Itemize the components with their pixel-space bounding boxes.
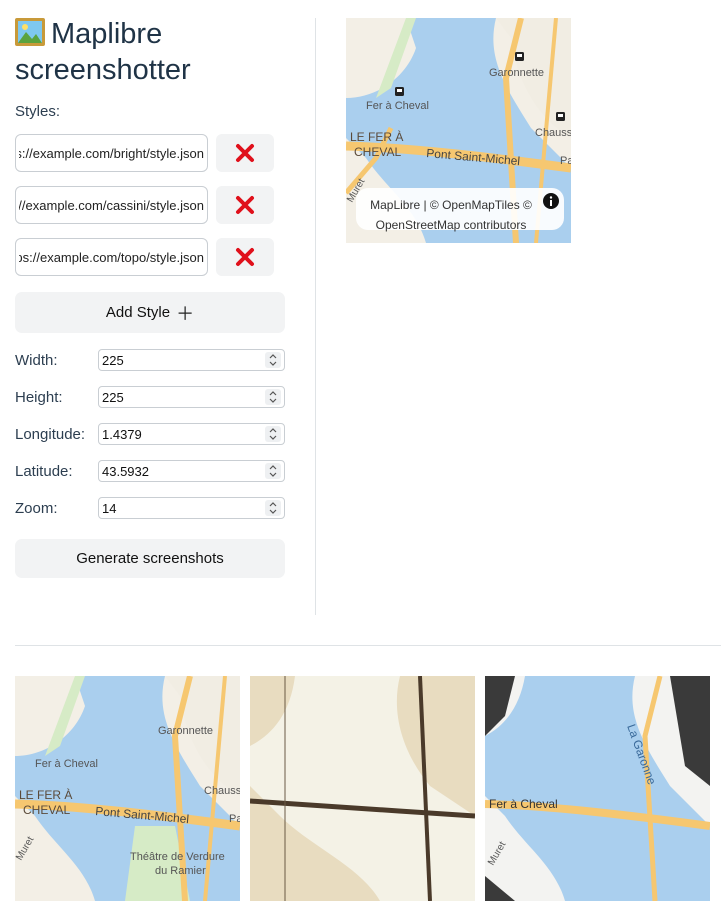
- screenshot-topo: La Garonne Fer à Cheval Muret: [485, 676, 710, 901]
- map-label: Fer à Cheval: [366, 100, 429, 112]
- style-url-input-1[interactable]: [15, 134, 208, 172]
- red-x-icon: [236, 196, 254, 214]
- zoom-input[interactable]: 14: [98, 497, 285, 519]
- map-label: LE FER À: [19, 787, 72, 802]
- width-label: Width:: [15, 351, 58, 369]
- style-row: [15, 238, 285, 276]
- add-style-button[interactable]: Add Style ＋: [15, 292, 285, 333]
- zoom-label: Zoom:: [15, 499, 58, 517]
- add-style-label: Add Style: [105, 304, 171, 321]
- remove-style-button-2[interactable]: [216, 186, 274, 224]
- bus-stop-icon: [395, 87, 404, 96]
- map-label: Chauss: [204, 785, 240, 797]
- bus-stop-icon: [515, 52, 524, 61]
- map-label: CHEVAL: [354, 145, 401, 159]
- height-input[interactable]: 225: [98, 386, 285, 408]
- framed-picture-icon: [15, 18, 45, 54]
- vertical-divider: [315, 18, 316, 615]
- spinner-icon[interactable]: [265, 389, 281, 405]
- latitude-label: Latitude:: [15, 462, 73, 480]
- zoom-row: Zoom: 14: [15, 497, 285, 519]
- longitude-value: 1.4379: [102, 426, 142, 442]
- remove-style-button-1[interactable]: [216, 134, 274, 172]
- style-url-input-3[interactable]: [15, 238, 208, 276]
- spinner-icon[interactable]: [265, 426, 281, 442]
- remove-style-button-3[interactable]: [216, 238, 274, 276]
- spinner-icon[interactable]: [265, 352, 281, 368]
- bus-stop-icon: [556, 112, 565, 121]
- height-label: Height:: [15, 388, 63, 406]
- latitude-input[interactable]: 43.5932: [98, 460, 285, 482]
- screenshot-bright: Garonnette Fer à Cheval Chauss LE FER À …: [15, 676, 240, 901]
- map-label: Fer à Cheval: [35, 758, 98, 770]
- page-title: Maplibre screenshotter: [15, 18, 285, 87]
- map-label: LE FER À: [350, 129, 403, 144]
- longitude-row: Longitude: 1.4379: [15, 423, 285, 445]
- style-url-input-2[interactable]: [15, 186, 208, 224]
- generate-screenshots-button[interactable]: Generate screenshots: [15, 539, 285, 578]
- spinner-icon[interactable]: [265, 500, 281, 516]
- width-value: 225: [102, 352, 124, 368]
- map-label: CHEVAL: [23, 803, 70, 817]
- screenshot-cassini: [250, 676, 475, 901]
- map-label: Théâtre de Verdure: [130, 851, 225, 863]
- map-label: Pa: [229, 813, 240, 825]
- spinner-icon[interactable]: [265, 463, 281, 479]
- width-row: Width: 225: [15, 349, 285, 371]
- info-icon[interactable]: [543, 193, 559, 209]
- plus-icon: ＋: [176, 303, 195, 324]
- height-row: Height: 225: [15, 386, 285, 408]
- control-panel: Maplibre screenshotter Styles: Add Style…: [15, 18, 285, 578]
- map-label: du Ramier: [155, 865, 206, 877]
- cassini-screenshot-image: [250, 676, 475, 901]
- map-label: Fer à Cheval: [489, 797, 558, 811]
- red-x-icon: [236, 144, 254, 162]
- zoom-value: 14: [102, 500, 117, 516]
- map-label: Pa: [560, 155, 571, 167]
- topo-screenshot-image: La Garonne Fer à Cheval Muret: [485, 676, 710, 901]
- map-preview[interactable]: Garonnette Fer à Cheval Chauss LE FER À …: [346, 18, 571, 243]
- styles-label: Styles:: [15, 103, 61, 120]
- height-value: 225: [102, 389, 124, 405]
- map-label: Chauss: [535, 127, 571, 139]
- map-attribution: MapLibre | © OpenMapTiles © OpenStreetMa…: [356, 188, 564, 232]
- longitude-input[interactable]: 1.4379: [98, 423, 285, 445]
- style-row: [15, 186, 285, 224]
- style-row: [15, 134, 285, 172]
- latitude-value: 43.5932: [102, 463, 149, 479]
- red-x-icon: [236, 248, 254, 266]
- longitude-label: Longitude:: [15, 425, 86, 443]
- bright-screenshot-image: Garonnette Fer à Cheval Chauss LE FER À …: [15, 676, 240, 901]
- horizontal-divider: [15, 645, 721, 646]
- attribution-text: MapLibre | © OpenMapTiles © OpenStreetMa…: [370, 198, 532, 232]
- map-label: Garonnette: [158, 725, 213, 737]
- width-input[interactable]: 225: [98, 349, 285, 371]
- latitude-row: Latitude: 43.5932: [15, 460, 285, 482]
- map-label: Garonnette: [489, 67, 544, 79]
